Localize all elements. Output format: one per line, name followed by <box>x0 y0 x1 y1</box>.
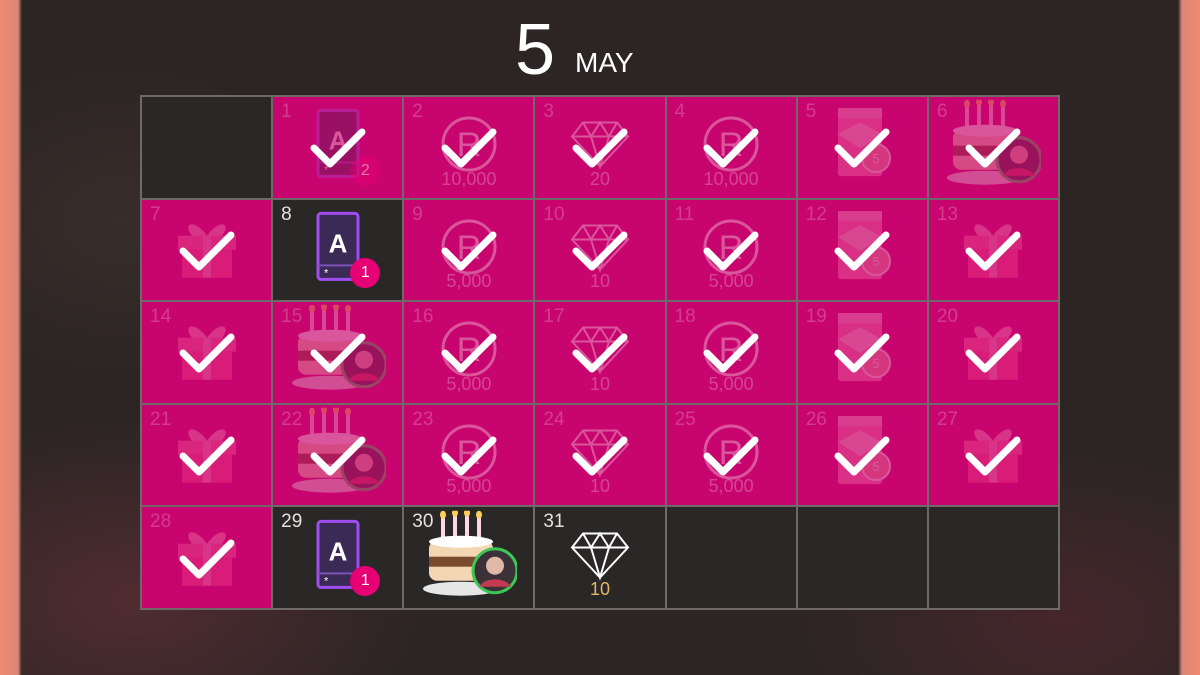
checkmark-icon <box>177 329 237 375</box>
checkmark-icon <box>439 329 499 375</box>
month-name: MAY <box>575 47 634 78</box>
checkmark-icon <box>701 124 761 170</box>
calendar-day-3[interactable]: 3 20 <box>535 97 665 198</box>
card-icon: A * <box>273 507 402 608</box>
checkmark-icon <box>832 227 892 273</box>
checkmark-icon <box>832 329 892 375</box>
reward-amount: 10 <box>589 271 610 292</box>
checkmark-icon <box>439 227 499 273</box>
checkmark-icon <box>177 227 237 273</box>
calendar-day-12[interactable]: 12 5 <box>797 199 927 301</box>
calendar-day-15[interactable]: 15 <box>273 302 403 403</box>
calendar-day-14[interactable]: 14 <box>142 302 272 403</box>
calendar-day-9[interactable]: 9 R 5,000 <box>404 199 534 301</box>
reward-amount: 10 <box>589 373 610 394</box>
calendar-day-5[interactable]: 55 <box>797 97 927 198</box>
checkmark-icon <box>832 432 892 478</box>
reward-amount: 5,000 <box>708 373 754 394</box>
calendar-day-17[interactable]: 17 10 <box>535 302 665 403</box>
calendar-header: 5 MAY <box>0 0 1200 90</box>
checkmark-icon <box>701 329 761 375</box>
checkmark-icon <box>570 124 630 170</box>
reward-amount: 10 <box>589 578 610 599</box>
calendar-day-13[interactable]: 13 <box>928 199 1058 301</box>
calendar-day-7[interactable]: 7 <box>142 199 272 301</box>
reward-amount: 5,000 <box>446 373 492 394</box>
calendar-day-20[interactable]: 20 <box>928 302 1058 403</box>
checkmark-icon <box>963 124 1023 170</box>
checkmark-icon <box>570 227 630 273</box>
checkmark-icon <box>963 432 1023 478</box>
month-number: 5 <box>515 10 556 90</box>
calendar-day-6[interactable]: 6 <box>928 97 1058 198</box>
svg-text:A: A <box>328 228 347 258</box>
svg-text:*: * <box>324 575 329 587</box>
calendar-day-27[interactable]: 27 <box>928 404 1058 506</box>
checkmark-icon <box>308 432 368 478</box>
checkmark-icon <box>570 432 630 478</box>
calendar-empty-cell <box>797 507 927 608</box>
checkmark-icon <box>439 124 499 170</box>
calendar-day-25[interactable]: 25 R 5,000 <box>666 404 796 506</box>
reward-amount: 5,000 <box>446 476 492 497</box>
calendar-day-31[interactable]: 31 10 <box>535 507 665 608</box>
reward-amount: 10,000 <box>703 168 759 189</box>
checkmark-icon <box>439 432 499 478</box>
cake-icon <box>404 507 533 608</box>
calendar-day-28[interactable]: 28 <box>142 507 272 608</box>
checkmark-icon <box>963 329 1023 375</box>
calendar-day-4[interactable]: 4 R 10,000 <box>666 97 796 198</box>
calendar-day-16[interactable]: 16 R 5,000 <box>404 302 534 403</box>
calendar-empty-cell <box>666 507 796 608</box>
card-icon: A * <box>273 200 402 301</box>
checkmark-icon <box>570 329 630 375</box>
calendar-day-1[interactable]: 1 A * 2 <box>273 97 403 198</box>
checkmark-icon <box>308 124 368 170</box>
reward-amount: 5,000 <box>708 271 754 292</box>
calendar-empty-cell <box>142 97 272 198</box>
svg-text:*: * <box>324 267 329 279</box>
reward-amount: 20 <box>589 168 610 189</box>
calendar-day-29[interactable]: 29 A * 1 <box>273 507 403 608</box>
checkmark-icon <box>963 227 1023 273</box>
checkmark-icon <box>701 432 761 478</box>
calendar-day-10[interactable]: 10 10 <box>535 199 665 301</box>
calendar-day-23[interactable]: 23 R 5,000 <box>404 404 534 506</box>
checkmark-icon <box>832 124 892 170</box>
svg-text:A: A <box>328 536 347 566</box>
calendar-day-26[interactable]: 26 5 <box>797 404 927 506</box>
calendar-day-18[interactable]: 18 R 5,000 <box>666 302 796 403</box>
calendar-grid: 1 A * 2 2 R 10,000 3 20 4 R 10,000 5 5 6 7 8 A * 1 9 R 5,000 10… <box>140 95 1060 610</box>
calendar-day-11[interactable]: 11 R 5,000 <box>666 199 796 301</box>
checkmark-icon <box>701 227 761 273</box>
calendar-day-30[interactable]: 30 <box>404 507 534 608</box>
checkmark-icon <box>308 329 368 375</box>
reward-amount: 5,000 <box>708 476 754 497</box>
calendar-day-19[interactable]: 19 5 <box>797 302 927 403</box>
calendar-day-22[interactable]: 22 <box>273 404 403 506</box>
reward-amount: 10 <box>589 476 610 497</box>
reward-amount: 10,000 <box>441 168 497 189</box>
reward-amount: 5,000 <box>446 271 492 292</box>
calendar-day-2[interactable]: 2 R 10,000 <box>404 97 534 198</box>
calendar-day-8[interactable]: 8 A * 1 <box>273 199 403 301</box>
checkmark-icon <box>177 432 237 478</box>
calendar-day-24[interactable]: 24 10 <box>535 404 665 506</box>
calendar-empty-cell <box>928 507 1058 608</box>
checkmark-icon <box>177 535 237 581</box>
calendar-day-21[interactable]: 21 <box>142 404 272 506</box>
